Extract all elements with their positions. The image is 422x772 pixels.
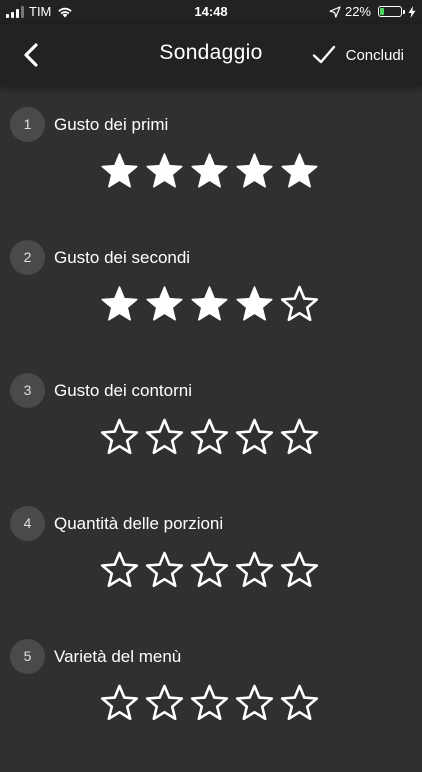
- star-empty-icon[interactable]: [280, 684, 319, 722]
- star-filled-icon[interactable]: [190, 285, 229, 323]
- star-empty-icon[interactable]: [280, 551, 319, 589]
- star-filled-icon[interactable]: [235, 285, 274, 323]
- star-empty-icon[interactable]: [235, 551, 274, 589]
- battery-percent: 22%: [344, 4, 371, 19]
- star-rating: [100, 551, 319, 589]
- star-filled-icon[interactable]: [280, 152, 319, 190]
- star-rating: [100, 285, 319, 323]
- star-empty-icon[interactable]: [100, 551, 139, 589]
- survey-question: 4 Quantità delle porzioni: [0, 506, 422, 639]
- star-empty-icon[interactable]: [235, 684, 274, 722]
- survey-question: 3 Gusto dei contorni: [0, 373, 422, 506]
- done-label: Concludi: [345, 46, 404, 64]
- charging-bolt-icon: [408, 5, 416, 18]
- question-number-badge: 4: [10, 506, 45, 541]
- question-label: Gusto dei contorni: [54, 381, 192, 400]
- star-filled-icon[interactable]: [145, 152, 184, 190]
- status-bar: TIM 14:48 22%: [0, 0, 422, 24]
- location-arrow-icon: [329, 5, 341, 18]
- star-filled-icon[interactable]: [100, 285, 139, 323]
- star-empty-icon[interactable]: [280, 418, 319, 456]
- star-empty-icon[interactable]: [190, 418, 229, 456]
- star-filled-icon[interactable]: [190, 152, 229, 190]
- checkmark-icon: [312, 45, 335, 64]
- star-empty-icon[interactable]: [100, 418, 139, 456]
- star-filled-icon[interactable]: [100, 152, 139, 190]
- star-empty-icon[interactable]: [235, 418, 274, 456]
- star-rating: [100, 152, 319, 190]
- status-right: 22%: [329, 4, 416, 19]
- question-number-badge: 1: [10, 107, 45, 142]
- star-empty-icon[interactable]: [280, 285, 319, 323]
- star-empty-icon[interactable]: [145, 418, 184, 456]
- battery-icon: [378, 6, 405, 17]
- star-empty-icon[interactable]: [190, 684, 229, 722]
- done-button[interactable]: Concludi: [312, 40, 404, 70]
- star-filled-icon[interactable]: [145, 285, 184, 323]
- star-empty-icon[interactable]: [100, 684, 139, 722]
- battery-level: [380, 8, 384, 15]
- star-empty-icon[interactable]: [145, 684, 184, 722]
- star-filled-icon[interactable]: [235, 152, 274, 190]
- question-label: Gusto dei secondi: [54, 248, 191, 267]
- nav-bar: Sondaggio Concludi: [0, 24, 422, 86]
- question-number-badge: 2: [10, 240, 45, 275]
- star-rating: [100, 418, 319, 456]
- question-number-badge: 5: [10, 639, 45, 674]
- question-label: Gusto dei primi: [54, 115, 169, 134]
- question-label: Varietà del menù: [54, 647, 182, 666]
- star-rating: [100, 684, 319, 722]
- question-label: Quantità delle porzioni: [54, 514, 224, 533]
- survey-question: 5 Varietà del menù: [0, 639, 422, 772]
- star-empty-icon[interactable]: [145, 551, 184, 589]
- survey-question: 2 Gusto dei secondi: [0, 240, 422, 373]
- survey-question: 1 Gusto dei primi: [0, 107, 422, 240]
- question-number-badge: 3: [10, 373, 45, 408]
- star-empty-icon[interactable]: [190, 551, 229, 589]
